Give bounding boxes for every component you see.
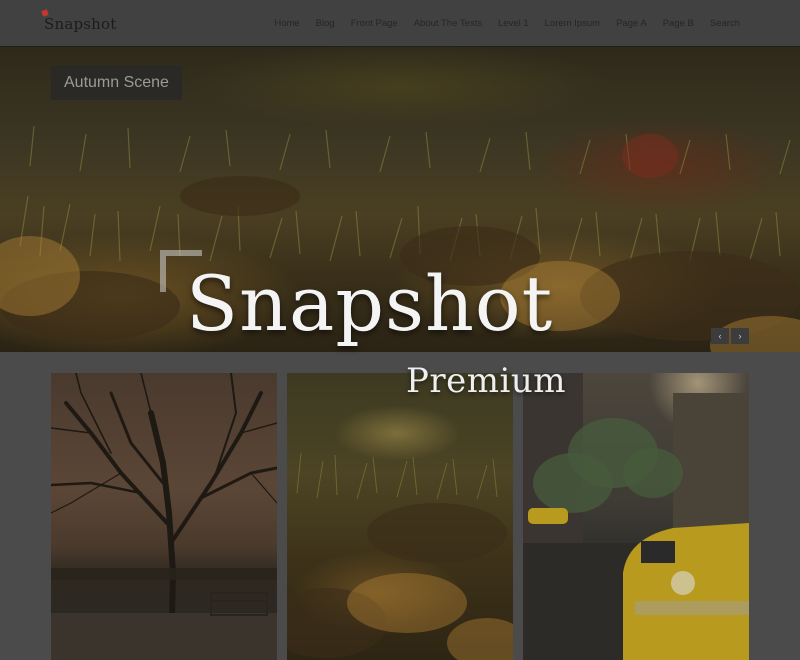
street-image <box>523 373 749 660</box>
page: Snapshot Home Blog Front Page About The … <box>0 0 800 660</box>
slider-controls: ‹ › <box>711 328 749 344</box>
site-logo[interactable]: Snapshot <box>41 9 117 36</box>
chevron-left-icon[interactable]: ‹ <box>711 328 729 344</box>
nav-item-front-page[interactable]: Front Page <box>343 18 406 29</box>
gallery-thumb-tree[interactable] <box>51 373 277 660</box>
gallery-thumb-leaves[interactable] <box>287 373 513 660</box>
nav-item-blog[interactable]: Blog <box>308 18 343 29</box>
brand-title: Snapshot <box>186 259 554 348</box>
leaves-image <box>287 452 513 660</box>
nav-item-lorem-ipsum[interactable]: Lorem Ipsum <box>537 18 608 29</box>
tree-image <box>51 373 277 660</box>
brand-subtitle: Premium <box>406 361 567 401</box>
gallery-thumb-street[interactable] <box>523 373 749 660</box>
nav-item-home[interactable]: Home <box>266 18 307 29</box>
nav-item-page-a[interactable]: Page A <box>608 18 655 29</box>
chevron-right-icon[interactable]: › <box>731 328 749 344</box>
nav-item-page-b[interactable]: Page B <box>655 18 702 29</box>
main-nav: Home Blog Front Page About The Tests Lev… <box>266 0 748 46</box>
slide-caption: Autumn Scene <box>51 66 182 100</box>
nav-item-search[interactable]: Search <box>702 18 748 29</box>
nav-item-about-the-tests[interactable]: About The Tests <box>406 18 490 29</box>
site-header: Snapshot Home Blog Front Page About The … <box>0 0 800 46</box>
nav-item-level-1[interactable]: Level 1 <box>490 18 537 29</box>
logo-text[interactable]: Snapshot <box>44 15 117 33</box>
